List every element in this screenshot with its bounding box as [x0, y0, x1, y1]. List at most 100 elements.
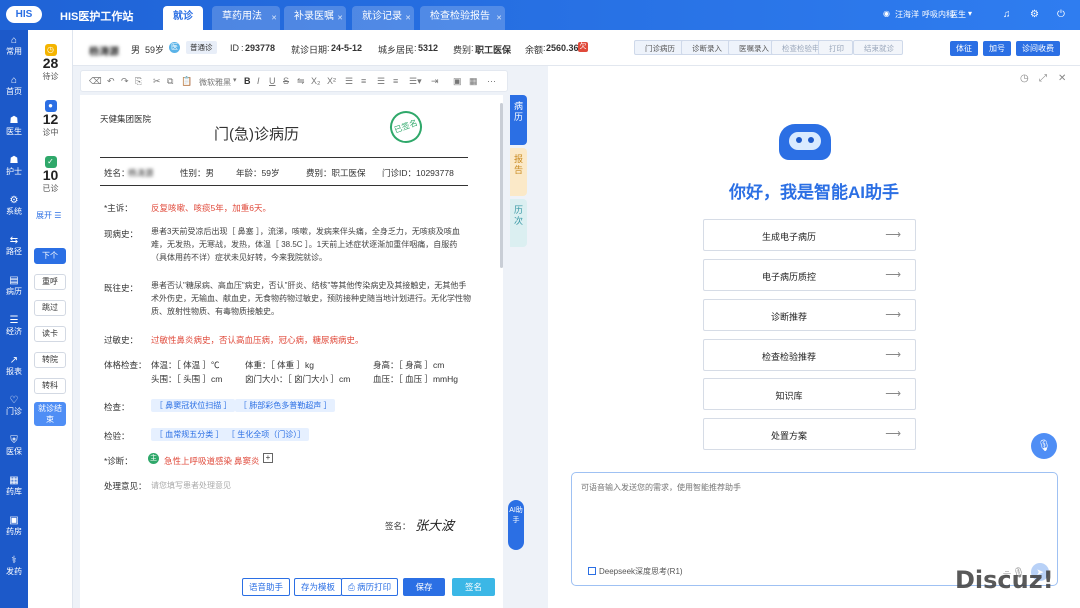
step-record[interactable]: 门诊病历	[634, 40, 684, 55]
nav-finance[interactable]: ☰ 经济	[0, 315, 28, 337]
tab-herb-usage[interactable]: 草药用法 ✕	[212, 6, 280, 30]
hpi-text[interactable]: 患者3天前受凉后出现［ 鼻塞 ］，流涕，咳嗽，发病来伴头痛，全身乏力，无咳痰及咳…	[151, 225, 471, 264]
add-number-button[interactable]: 加号	[983, 41, 1011, 56]
transfer-dept-button[interactable]: 转科	[34, 378, 66, 394]
indent-icon[interactable]: ⇥	[431, 76, 439, 87]
blood-pressure-field[interactable]: 血压：［ 血压 ］mmHg	[373, 373, 458, 385]
lab-chip[interactable]: ［ 生化全项（门诊）］	[223, 428, 310, 441]
side-tab-report[interactable]: 报告	[510, 148, 527, 196]
expand-toggle[interactable]: 展开 ☰	[36, 210, 61, 221]
save-template-button[interactable]: 存为模板	[294, 578, 343, 596]
exam-chip[interactable]: ［ 肺部彩色多普勒超声 ］	[235, 399, 336, 412]
exam-chip[interactable]: ［ 鼻窦冠状位扫描 ］	[151, 399, 236, 412]
nav-common[interactable]: ⌂ 常用	[0, 35, 28, 57]
lab-chip[interactable]: ［ 血常规五分类 ］	[151, 428, 228, 441]
end-visit-button[interactable]: 就诊结束	[34, 402, 66, 426]
step-diagnosis[interactable]: 诊断录入	[681, 40, 731, 55]
chevron-down-icon[interactable]: ▾	[233, 76, 237, 84]
close-icon[interactable]: ✕	[337, 8, 343, 30]
recall-button[interactable]: 重呼	[34, 274, 66, 290]
queue-done[interactable]: ✓ 10 已诊	[28, 156, 73, 194]
underline-icon[interactable]: U	[269, 76, 276, 86]
nav-pharmacy-store[interactable]: ▦ 药库	[0, 475, 28, 497]
align-left-icon[interactable]: ☰	[377, 76, 385, 87]
next-button[interactable]: 下个	[34, 248, 66, 264]
read-card-button[interactable]: 读卡	[34, 326, 66, 342]
paste-icon[interactable]: 📋	[181, 76, 192, 87]
history-icon[interactable]: ◷	[1020, 73, 1029, 84]
tab-visit[interactable]: 就诊	[163, 6, 203, 30]
clear-icon[interactable]: ⌫	[89, 76, 102, 87]
transfer-hospital-button[interactable]: 转院	[34, 352, 66, 368]
deepseek-toggle[interactable]: Deepseek深度思考(R1)	[588, 566, 683, 577]
superscript-icon[interactable]: X²	[327, 76, 336, 86]
bold-icon[interactable]: B	[244, 76, 251, 86]
list-icon[interactable]: ☰	[345, 76, 353, 87]
bell-icon[interactable]: ♫	[1003, 9, 1011, 20]
format-painter-icon[interactable]: ⎘	[135, 76, 142, 87]
print-record-button[interactable]: ⎙ 病历打印	[341, 578, 399, 596]
vitals-button[interactable]: 体征	[950, 41, 978, 56]
close-icon[interactable]: ✕	[1058, 73, 1066, 84]
power-icon[interactable]: ⏻	[1057, 9, 1065, 20]
opinion-input[interactable]: 请您填写患者处理意见	[151, 480, 231, 491]
chevron-down-icon[interactable]: ▾	[968, 9, 972, 18]
subscript-icon[interactable]: X₂	[311, 76, 321, 86]
nav-dispense[interactable]: ⚕ 发药	[0, 555, 28, 577]
head-circumference-field[interactable]: 头围：［ 头围 ］cm	[151, 373, 222, 385]
queue-waiting[interactable]: ◷ 28 待诊	[28, 44, 73, 82]
diagnosis-recommend-button[interactable]: 诊断推荐 ⟶	[703, 299, 916, 331]
ordered-list-icon[interactable]: ≡	[361, 76, 366, 86]
nav-path[interactable]: ⇆ 路径	[0, 235, 28, 257]
clinic-charge-button[interactable]: 诊间收费	[1016, 41, 1060, 56]
microphone-icon[interactable]: 🎙	[1031, 433, 1057, 459]
align-icon[interactable]: ⇋	[297, 76, 305, 87]
gear-icon[interactable]: ⚙	[1030, 9, 1039, 20]
more-icon[interactable]: ⋯	[487, 76, 496, 87]
nav-doctor[interactable]: ☗ 医生	[0, 115, 28, 137]
close-icon[interactable]: ✕	[405, 8, 411, 30]
step-end-visit[interactable]: 结束就诊	[853, 40, 903, 55]
chat-input[interactable]	[581, 483, 1041, 492]
line-spacing-icon[interactable]: ☰▾	[409, 76, 422, 87]
nav-report[interactable]: ↗ 报表	[0, 355, 28, 377]
nav-pharmacy[interactable]: ▣ 药房	[0, 515, 28, 537]
complaint-text[interactable]: 反复咳嗽、咳痰5年，加重6天。	[151, 202, 271, 214]
diagnosis-text[interactable]: 急性上呼吸道感染	[164, 455, 232, 467]
undo-icon[interactable]: ↶	[107, 76, 115, 87]
tab-visit-records[interactable]: 就诊记录 ✕	[352, 6, 414, 30]
step-print[interactable]: 打印	[818, 40, 853, 55]
ai-assistant-handle[interactable]: AI助手	[508, 500, 524, 550]
sign-button[interactable]: 签名	[452, 578, 495, 596]
tab-reports[interactable]: 检查检验报告 ✕	[420, 6, 505, 30]
tab-supplement-orders[interactable]: 补录医嘱 ✕	[284, 6, 346, 30]
voice-assistant-button[interactable]: 语音助手	[242, 578, 291, 596]
font-select[interactable]: 微软雅黑	[199, 77, 231, 88]
exam-recommend-button[interactable]: 检查检验推荐 ⟶	[703, 339, 916, 371]
nav-record[interactable]: ▤ 病历	[0, 275, 28, 297]
close-icon[interactable]: ✕	[496, 8, 502, 30]
nav-system[interactable]: ⚙ 系统	[0, 195, 28, 217]
strikethrough-icon[interactable]: S	[283, 76, 289, 86]
save-button[interactable]: 保存	[403, 578, 445, 596]
redo-icon[interactable]: ↷	[121, 76, 129, 87]
allergy-text[interactable]: 过敏性鼻炎病史，否认高血压病，冠心病，糖尿病病史。	[151, 334, 364, 346]
diagnosis-text-2[interactable]: 鼻窦炎	[234, 455, 260, 467]
italic-icon[interactable]: I	[257, 76, 260, 86]
nav-insurance[interactable]: ⛨ 医保	[0, 435, 28, 457]
nav-home[interactable]: ⌂ 首页	[0, 75, 28, 97]
user-name[interactable]: 汪海洋	[895, 9, 919, 20]
knowledge-base-button[interactable]: 知识库 ⟶	[703, 378, 916, 410]
close-icon[interactable]: ✕	[271, 8, 277, 30]
table-icon[interactable]: ▦	[469, 76, 478, 87]
temperature-field[interactable]: 体温：［ 体温 ］℃	[151, 359, 219, 371]
nav-nurse[interactable]: ☗ 护士	[0, 155, 28, 177]
queue-in-progress[interactable]: ● 12 诊中	[28, 100, 73, 138]
history-text[interactable]: 患者否认"糖尿病、高血压"病史，否认"肝炎、结核"等其他传染病史及其接触史，无其…	[151, 279, 471, 318]
align-center-icon[interactable]: ≡	[393, 76, 398, 86]
side-tab-record[interactable]: 病历	[510, 95, 527, 145]
skip-button[interactable]: 跳过	[34, 300, 66, 316]
height-field[interactable]: 身高：［ 身高 ］cm	[373, 359, 444, 371]
side-tab-history[interactable]: 历次	[510, 199, 527, 247]
nav-outpatient[interactable]: ♡ 门诊	[0, 395, 28, 417]
